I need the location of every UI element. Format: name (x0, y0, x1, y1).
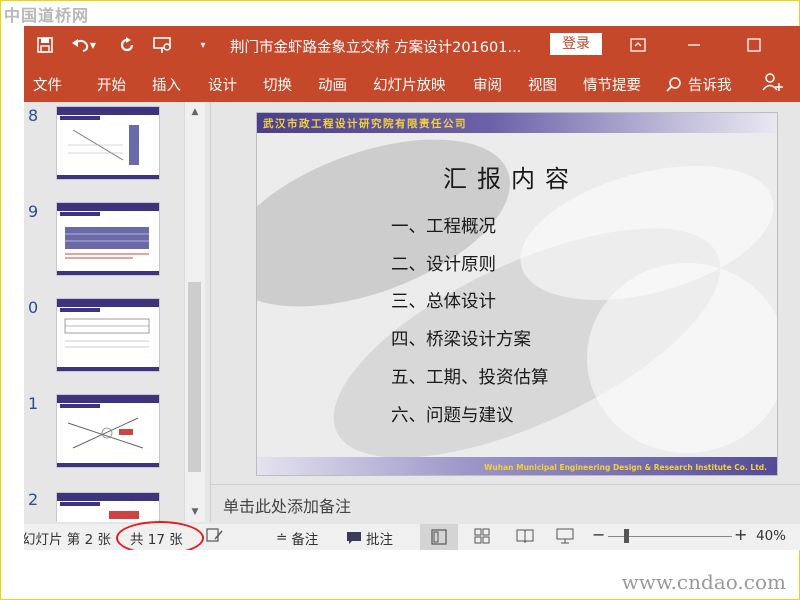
ribbon-display-icon[interactable] (624, 32, 652, 58)
slide-sorter-icon[interactable] (474, 528, 490, 548)
title-bar: ▼ ▾ 荆门市金虾路金象立交桥 方案设计201601... 登录 (24, 26, 800, 64)
zoom-in-icon[interactable]: + (734, 525, 747, 544)
spell-check-icon[interactable] (206, 527, 224, 547)
slide-agenda-item: 三、总体设计 (391, 292, 496, 312)
share-icon[interactable] (762, 72, 784, 96)
notes-placeholder: 单击此处添加备注 (223, 497, 352, 516)
undo-dropdown-icon[interactable]: ▼ (88, 34, 98, 56)
slide-agenda-item: 二、设计原则 (391, 255, 496, 275)
slide-thumbnail[interactable] (56, 492, 160, 522)
tab-design[interactable]: 设计 (208, 74, 237, 95)
zoom-slider-handle[interactable] (624, 529, 629, 543)
tell-me-label: 告诉我 (688, 78, 732, 94)
thumbnail-number: 8 (28, 106, 39, 125)
thumbnail-scrollbar[interactable]: ▲ ▼ (184, 102, 205, 522)
site-url-watermark: www.cndao.com (621, 570, 786, 594)
tell-me-box[interactable]: 告诉我 (666, 74, 732, 95)
thumbnail-number: 2 (28, 490, 39, 509)
thumbnail-number: 9 (28, 202, 39, 221)
powerpoint-window: ▼ ▾ 荆门市金虾路金象立交桥 方案设计201601... 登录 文件 开始 插… (24, 26, 800, 550)
slide-canvas[interactable]: 武汉市政工程设计研究院有限责任公司 汇报内容 一、工程概况 二、设计原则 三、总… (256, 112, 778, 476)
scrollbar-thumb[interactable] (188, 282, 201, 472)
slide-thumbnail[interactable] (56, 298, 160, 372)
notes-icon: ≐ (276, 530, 288, 546)
tab-animations[interactable]: 动画 (318, 74, 347, 95)
customize-toolbar-icon[interactable]: ▾ (192, 34, 214, 56)
slide-agenda-item: 六、问题与建议 (391, 406, 514, 426)
ribbon-tab-bar: 文件 开始 插入 设计 切换 动画 幻灯片放映 审阅 视图 情节提要 告诉我 (24, 64, 800, 102)
slide-position-text: 幻灯片 第 2 张 (24, 532, 111, 548)
save-icon[interactable] (34, 34, 56, 56)
login-button[interactable]: 登录 (550, 33, 602, 55)
maximize-icon[interactable] (740, 32, 768, 58)
minimize-icon[interactable] (680, 32, 708, 58)
notes-pane[interactable]: 单击此处添加备注 (211, 484, 800, 523)
thumbnail-number: 1 (28, 394, 39, 413)
tab-transitions[interactable]: 切换 (263, 74, 292, 95)
comments-toggle-label: 批注 (366, 532, 393, 548)
comment-icon (347, 532, 361, 544)
slide-thumbnail[interactable] (56, 202, 160, 276)
tab-review[interactable]: 审阅 (473, 74, 502, 95)
tab-file[interactable]: 文件 (33, 74, 62, 95)
normal-view-icon[interactable] (420, 524, 458, 550)
reading-view-icon[interactable] (516, 528, 534, 548)
scroll-up-icon[interactable]: ▲ (185, 104, 205, 120)
slide-footer-text: Wuhan Municipal Engineering Design & Res… (484, 463, 767, 472)
zoom-out-icon[interactable]: − (592, 525, 605, 544)
tab-slideshow[interactable]: 幻灯片放映 (373, 74, 446, 95)
slideshow-icon[interactable] (556, 528, 574, 548)
notes-toggle-button[interactable]: ≐ 备注 (276, 528, 318, 548)
slide-title: 汇报内容 (443, 165, 579, 193)
scroll-down-icon[interactable]: ▼ (185, 504, 205, 520)
tab-storyboarding[interactable]: 情节提要 (583, 74, 641, 95)
document-title: 荆门市金虾路金象立交桥 方案设计201601... (230, 40, 522, 56)
highlight-circle (116, 521, 204, 550)
panel-divider (210, 102, 211, 522)
notes-toggle-label: 备注 (291, 532, 319, 548)
tab-view[interactable]: 视图 (528, 74, 557, 95)
redo-icon[interactable] (116, 34, 138, 56)
slide-agenda-item: 四、桥梁设计方案 (391, 330, 531, 350)
slide-company-name: 武汉市政工程设计研究院有限责任公司 (263, 118, 467, 130)
comments-toggle-button[interactable]: 批注 (346, 528, 393, 548)
slide-thumbnail[interactable] (56, 106, 160, 180)
slide-agenda-item: 五、工期、投资估算 (391, 368, 549, 388)
slide-thumbnail-panel: 8 9 0 1 2 (24, 102, 210, 522)
search-icon (666, 76, 681, 92)
zoom-level[interactable]: 40% (756, 528, 786, 544)
tab-home[interactable]: 开始 (97, 74, 126, 95)
site-watermark: 中国道桥网 (4, 6, 90, 25)
status-bar: 幻灯片 第 2 张 共 17 张 ≐ 备注 批注 − + 40% (24, 521, 800, 550)
slide-thumbnail[interactable] (56, 394, 160, 468)
present-from-start-icon[interactable] (152, 34, 174, 56)
thumbnail-number: 0 (28, 298, 39, 317)
tab-insert[interactable]: 插入 (152, 74, 181, 95)
slide-agenda-item: 一、工程概况 (391, 217, 496, 237)
brush-stroke-decoration (587, 263, 777, 453)
